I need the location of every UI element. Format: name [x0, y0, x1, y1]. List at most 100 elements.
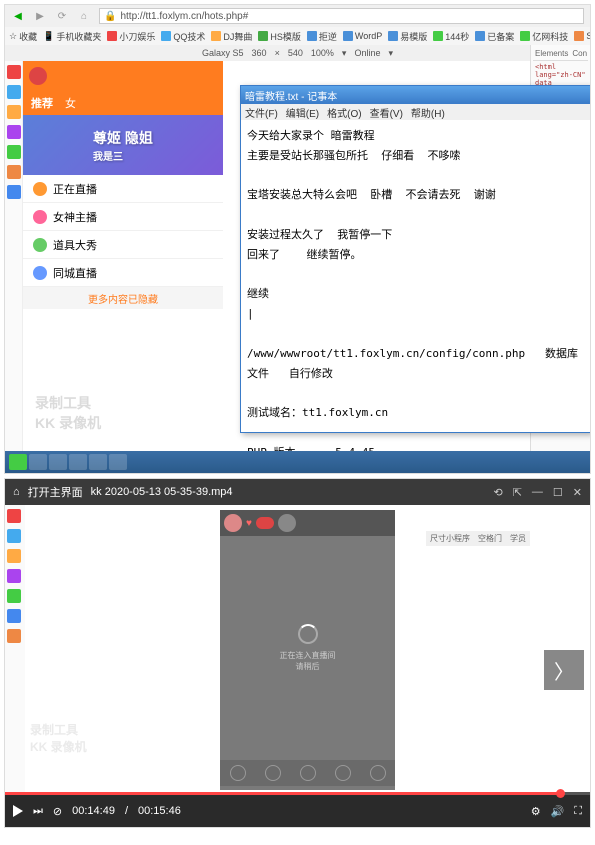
tab[interactable]: 尺寸小程序 [430, 533, 470, 544]
watermark: 录制工具 KK 录像机 [35, 393, 101, 433]
bookmark-item[interactable]: 📱 手机收藏夹 [43, 30, 101, 43]
minimize-icon[interactable]: — [532, 486, 543, 499]
menu-format[interactable]: 格式(O) [327, 105, 361, 120]
watermark: 录制工具 KK 录像机 [30, 721, 87, 755]
settings-icon[interactable]: ⚙ [531, 805, 541, 818]
promo-banner[interactable]: 尊姬 隐姐 我是三 [23, 115, 223, 175]
list-item[interactable]: 道具大秀 [23, 231, 223, 259]
home-label[interactable]: 打开主界面 [28, 484, 83, 500]
phone-body: 正在连入直播间 请稍后 [220, 536, 395, 760]
back-icon[interactable]: ◀ [11, 9, 25, 23]
list-item[interactable]: 女神主播 [23, 203, 223, 231]
maximize-icon[interactable]: ☐ [553, 486, 563, 499]
notepad-titlebar[interactable]: 暗雷教程.txt - 记事本 [241, 86, 591, 104]
bookmark-item[interactable]: HS模版 [258, 30, 301, 43]
url-input[interactable]: 🔒 http://tt1.foxlym.cn/hots.php# [99, 8, 584, 24]
list-item[interactable]: 同城直播 [23, 259, 223, 287]
sidebar-icon[interactable] [7, 65, 21, 79]
avatar-icon[interactable] [224, 514, 242, 532]
rotate-icon[interactable]: ⟲ [493, 486, 502, 499]
network-select[interactable]: Online [354, 48, 380, 58]
phone-preview-area: 尺寸小程序 空格门 学员 ♥ 正在连入直播间 请稍后 [25, 505, 590, 795]
sidebar-icon[interactable] [7, 125, 21, 139]
bookmark-item[interactable]: ☆ 收藏 [9, 30, 37, 43]
nav-tab[interactable]: 女 [65, 95, 76, 111]
sidebar-icon[interactable] [7, 85, 21, 99]
home-icon[interactable]: ⌂ [77, 9, 91, 23]
play-button[interactable] [13, 805, 23, 817]
device-select[interactable]: Galaxy S5 [202, 48, 244, 58]
loading-text: 正在连入直播间 请稍后 [280, 650, 336, 672]
sidebar-icon[interactable] [7, 589, 21, 603]
next-track-icon[interactable]: ⏭ [33, 805, 43, 818]
bookmark-item[interactable]: 易模版 [388, 30, 427, 43]
cat-icon [33, 238, 47, 252]
taskbar-item[interactable] [69, 454, 87, 470]
height-input[interactable]: 540 [288, 48, 303, 58]
progress-handle[interactable] [556, 789, 565, 798]
nav-tab[interactable]: 推荐 [31, 95, 53, 111]
menu-file[interactable]: 文件(F) [245, 105, 278, 120]
bookmark-item[interactable]: 144秒 [433, 30, 469, 43]
width-input[interactable]: 360 [252, 48, 267, 58]
sidebar-icon[interactable] [7, 145, 21, 159]
sidebar-icon[interactable] [7, 105, 21, 119]
zoom-select[interactable]: 100% [311, 48, 334, 58]
heart-icon[interactable]: ♥ [246, 518, 252, 529]
bookmark-item[interactable]: QQ技术 [161, 30, 205, 43]
fullscreen-icon[interactable]: ⛶ [574, 805, 582, 818]
progress-bar[interactable] [5, 792, 590, 795]
badge [256, 517, 274, 529]
taskbar-item[interactable] [89, 454, 107, 470]
screenshot-video-player: ⌂ 打开主界面 kk 2020-05-13 05-35-39.mp4 ⟲ ⇱ —… [4, 478, 591, 828]
phone-frame: ♥ 正在连入直播间 请稍后 [220, 510, 395, 790]
nav-icon[interactable] [230, 765, 246, 781]
browser-toolbar: ◀ ▶ ⟳ ⌂ 🔒 http://tt1.foxlym.cn/hots.php# [5, 5, 590, 27]
menu-view[interactable]: 查看(V) [370, 105, 403, 120]
start-button[interactable] [9, 454, 27, 470]
sidebar-icon[interactable] [7, 529, 21, 543]
devtools-device-bar: Galaxy S5 360× 540 100%▾ Online▾ [5, 45, 590, 61]
bookmark-item[interactable]: WordP [343, 31, 382, 41]
notepad-menubar: 文件(F) 编辑(E) 格式(O) 查看(V) 帮助(H) [241, 104, 591, 120]
tab[interactable]: 学员 [510, 533, 526, 544]
stop-icon[interactable]: ⊘ [53, 805, 62, 818]
tab[interactable]: 空格门 [478, 533, 502, 544]
next-button[interactable]: 〉 [544, 650, 584, 690]
avatar-icon[interactable] [278, 514, 296, 532]
nav-icon[interactable] [335, 765, 351, 781]
pin-icon[interactable]: ⇱ [513, 486, 522, 499]
devtools-tab[interactable]: Con [572, 49, 587, 58]
taskbar-item[interactable] [49, 454, 67, 470]
time-current: 00:14:49 [72, 805, 115, 817]
bookmark-item[interactable]: SOMDS [574, 31, 590, 41]
sidebar-icon[interactable] [7, 165, 21, 179]
devtools-tab[interactable]: Elements [535, 49, 568, 58]
more-bar[interactable]: 更多内容已隐藏 [23, 287, 223, 309]
close-icon[interactable]: ✕ [573, 486, 582, 499]
taskbar-item[interactable] [109, 454, 127, 470]
forward-icon[interactable]: ▶ [33, 9, 47, 23]
taskbar-item[interactable] [29, 454, 47, 470]
sidebar-icon[interactable] [7, 185, 21, 199]
menu-edit[interactable]: 编辑(E) [286, 105, 319, 120]
sidebar-icon[interactable] [7, 509, 21, 523]
bookmark-item[interactable]: 拒逆 [307, 30, 337, 43]
home-icon[interactable]: ⌂ [13, 486, 20, 498]
menu-help[interactable]: 帮助(H) [411, 105, 445, 120]
reload-icon[interactable]: ⟳ [55, 9, 69, 23]
nav-icon[interactable] [300, 765, 316, 781]
bookmark-item[interactable]: 已备案 [475, 30, 514, 43]
sidebar-icon[interactable] [7, 609, 21, 623]
sidebar-icon[interactable] [7, 549, 21, 563]
bookmark-item[interactable]: 亿网科技 [520, 30, 568, 43]
nav-icon[interactable] [370, 765, 386, 781]
bookmark-item[interactable]: 小刀娱乐 [107, 30, 155, 43]
sidebar-icon[interactable] [7, 629, 21, 643]
notepad-content[interactable]: 今天给大家录个 暗雷教程 主要是受站长那骚包所托 仔细看 不哆嗦 宝塔安装总大特… [241, 120, 591, 474]
sidebar-icon[interactable] [7, 569, 21, 583]
bookmark-item[interactable]: DJ舞曲 [211, 30, 252, 43]
list-item[interactable]: 正在直播 [23, 175, 223, 203]
volume-icon[interactable]: 🔊 [551, 805, 565, 818]
nav-icon[interactable] [265, 765, 281, 781]
